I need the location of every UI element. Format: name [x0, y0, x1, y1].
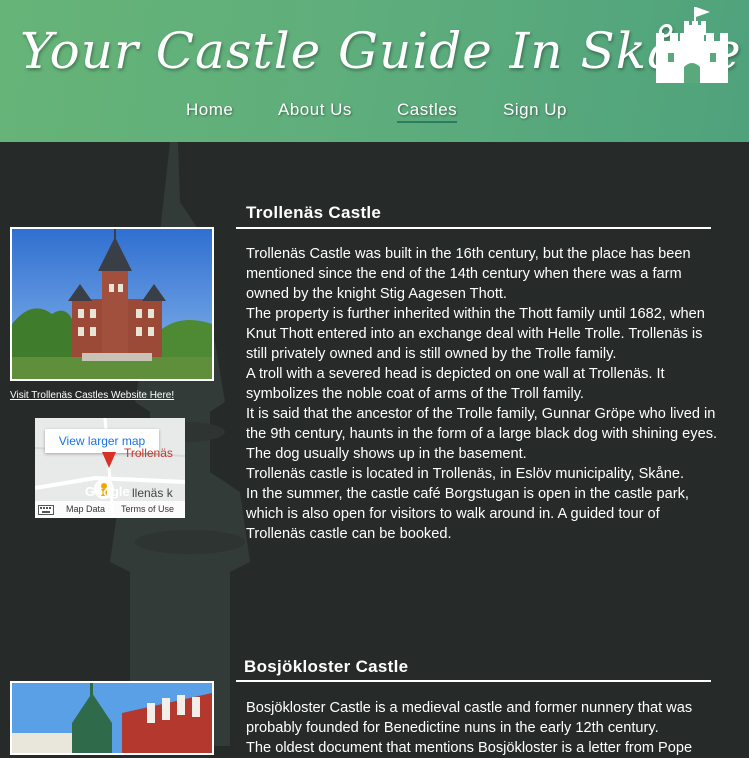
castle-title: Bosjökloster Castle	[244, 657, 409, 676]
map-pin-icon	[102, 452, 116, 468]
castle-description: Trollenäs Castle was built in the 16th c…	[246, 244, 720, 544]
description-paragraph: The property is further inherited within…	[246, 306, 705, 362]
description-paragraph: The oldest document that mentions Bosjök…	[246, 740, 693, 756]
castle-website-link[interactable]: Visit Trollenäs Castles Website Here!	[10, 390, 174, 401]
map-place-label-secondary: llenäs k	[132, 486, 173, 500]
nav-home[interactable]: Home	[186, 100, 233, 120]
description-paragraph: In the summer, the castle café Borgstuga…	[246, 486, 689, 542]
nav-sign-up[interactable]: Sign Up	[503, 100, 567, 120]
title-divider	[236, 680, 711, 682]
description-paragraph: Trollenäs Castle was built in the 16th c…	[246, 246, 691, 302]
site-title: Your Castle Guide In Skåne	[20, 22, 742, 80]
title-divider	[236, 227, 711, 229]
nav-about-us[interactable]: About Us	[278, 100, 352, 120]
keyboard-icon[interactable]	[38, 505, 54, 515]
castle-description: Bosjökloster Castle is a medieval castle…	[246, 698, 720, 758]
description-paragraph: A troll with a severed head is depicted …	[246, 366, 665, 402]
trollenas-castle-image	[12, 229, 212, 379]
terms-of-use-link[interactable]: Terms of Use	[121, 504, 174, 514]
description-paragraph: It is said that the ancestor of the Trol…	[246, 406, 718, 462]
castle-photo	[10, 227, 214, 381]
bosjokloster-castle-image	[12, 683, 212, 753]
site-header: Your Castle Guide In Skåne Home About Us…	[0, 0, 749, 142]
google-logo: Google	[85, 484, 130, 499]
map-footer: Map Data Terms of Use	[35, 501, 185, 518]
main-nav: Home About Us Castles Sign Up	[0, 100, 749, 128]
map-place-label: Trollenäs	[124, 446, 173, 460]
map-data-label: Map Data	[66, 504, 106, 514]
embedded-map[interactable]: View larger map Trollenäs llenäs k Googl…	[35, 418, 185, 518]
castle-icon	[656, 7, 728, 83]
description-paragraph: Bosjökloster Castle is a medieval castle…	[246, 700, 693, 736]
castle-title: Trollenäs Castle	[246, 203, 382, 222]
nav-castles[interactable]: Castles	[397, 100, 458, 123]
castle-photo	[10, 681, 214, 755]
description-paragraph: Trollenäs castle is located in Trollenäs…	[246, 466, 685, 482]
